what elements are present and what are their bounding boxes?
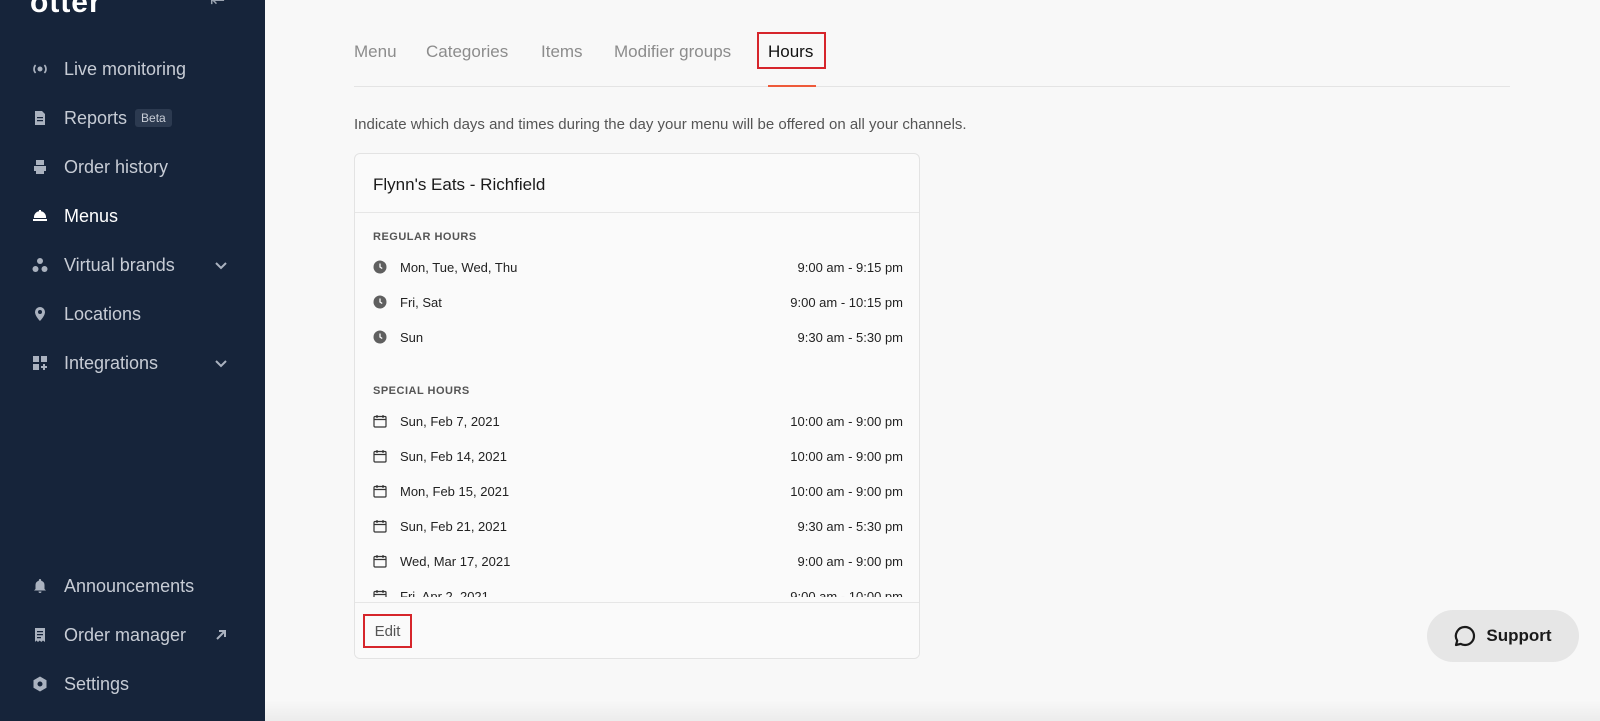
calendar-icon <box>373 519 387 533</box>
collapse-sidebar-icon[interactable]: ⇤ <box>210 0 225 11</box>
sidebar-item-label: Virtual brands <box>64 254 175 275</box>
list-item: Mon, Feb 15, 2021 10:00 am - 9:00 pm <box>373 481 903 501</box>
clock-icon <box>373 295 387 309</box>
sidebar-item-label: Order history <box>64 156 169 177</box>
sidebar-item-integrations[interactable]: Integrations <box>0 343 265 383</box>
special-time: 10:00 am - 9:00 pm <box>790 413 903 429</box>
tab-hours-highlight <box>757 32 826 69</box>
special-date: Fri, Apr 2, 2021 <box>400 588 489 598</box>
support-label: Support <box>1486 626 1552 645</box>
grid-plus-icon <box>32 355 48 371</box>
app-logo: otter <box>30 0 102 19</box>
hours-days: Fri, Sat <box>400 294 442 310</box>
tab-items[interactable]: Items <box>541 42 583 62</box>
support-button[interactable]: Support <box>1427 610 1579 662</box>
gear-icon <box>32 676 48 692</box>
hours-time: 9:00 am - 9:15 pm <box>797 259 904 275</box>
pin-icon <box>32 306 48 322</box>
external-link-icon <box>213 627 229 643</box>
sidebar: otter ⇤ Live monitoring Reports Beta Ord… <box>0 0 265 721</box>
printer-icon <box>32 159 48 175</box>
list-item: Wed, Mar 17, 2021 9:00 am - 9:00 pm <box>373 551 903 571</box>
hours-time: 9:00 am - 10:15 pm <box>790 294 903 310</box>
hours-days: Mon, Tue, Wed, Thu <box>400 259 518 275</box>
list-item: Sun, Feb 14, 2021 10:00 am - 9:00 pm <box>373 446 903 466</box>
hours-description: Indicate which days and times during the… <box>354 116 967 133</box>
tab-categories[interactable]: Categories <box>426 42 508 62</box>
calendar-icon <box>373 554 387 568</box>
sidebar-item-announcements[interactable]: Announcements <box>0 566 265 606</box>
sidebar-item-order-history[interactable]: Order history <box>0 147 265 187</box>
special-date: Sun, Feb 7, 2021 <box>400 413 500 429</box>
menu-tabs: Menu Categories Items Modifier groups Ho… <box>354 30 1510 87</box>
sidebar-item-label: Integrations <box>64 352 159 373</box>
sidebar-item-order-manager[interactable]: Order manager <box>0 615 265 655</box>
special-time: 9:00 am - 9:00 pm <box>797 553 904 569</box>
tab-modifier-groups[interactable]: Modifier groups <box>614 42 731 62</box>
list-item: Fri, Sat 9:00 am - 10:15 pm <box>373 292 903 312</box>
special-date: Mon, Feb 15, 2021 <box>400 483 510 499</box>
active-tab-indicator <box>768 85 816 87</box>
special-time: 10:00 am - 9:00 pm <box>790 483 903 499</box>
sidebar-item-label: Live monitoring <box>64 58 187 79</box>
beta-badge: Beta <box>135 109 172 127</box>
location-title: Flynn's Eats - Richfield <box>373 175 546 194</box>
cloche-icon <box>32 208 48 224</box>
chevron-down-icon[interactable] <box>213 355 229 371</box>
list-item: Fri, Apr 2, 2021 9:00 am - 10:00 pm <box>373 586 903 597</box>
clock-icon <box>373 260 387 274</box>
regular-hours-label: REGULAR HOURS <box>373 231 477 243</box>
bell-icon <box>32 578 48 594</box>
receipt-icon <box>32 627 48 643</box>
hours-scroll-area[interactable]: REGULAR HOURS Mon, Tue, Wed, Thu 9:00 am… <box>355 213 919 597</box>
sidebar-item-settings[interactable]: Settings <box>0 664 265 704</box>
sidebar-item-label: Order manager <box>64 624 187 645</box>
sidebar-item-label: Menus <box>64 205 119 226</box>
list-item: Mon, Tue, Wed, Thu 9:00 am - 9:15 pm <box>373 257 903 277</box>
calendar-icon <box>373 484 387 498</box>
sidebar-item-locations[interactable]: Locations <box>0 294 265 334</box>
sidebar-item-menus[interactable]: Menus <box>0 196 265 236</box>
card-footer: Edit <box>355 602 919 658</box>
special-date: Wed, Mar 17, 2021 <box>400 553 511 569</box>
calendar-icon <box>373 414 387 428</box>
broadcast-icon <box>32 61 48 77</box>
calendar-icon <box>373 589 387 597</box>
sidebar-item-virtual-brands[interactable]: Virtual brands <box>0 245 265 285</box>
sidebar-item-label: Settings <box>64 673 130 694</box>
list-item: Sun, Feb 21, 2021 9:30 am - 5:30 pm <box>373 516 903 536</box>
hours-days: Sun <box>400 329 424 345</box>
special-time: 10:00 am - 9:00 pm <box>790 448 903 464</box>
special-time: 9:30 am - 5:30 pm <box>797 518 904 534</box>
brands-icon <box>32 257 48 273</box>
hours-time: 9:30 am - 5:30 pm <box>797 329 904 345</box>
list-item: Sun, Feb 7, 2021 10:00 am - 9:00 pm <box>373 411 903 431</box>
special-hours-label: SPECIAL HOURS <box>373 385 470 397</box>
page-bottom-edge <box>265 700 1600 721</box>
edit-button[interactable]: Edit <box>363 614 412 648</box>
sidebar-item-label: Locations <box>64 303 142 324</box>
tab-menu[interactable]: Menu <box>354 42 397 62</box>
sidebar-item-reports[interactable]: Reports Beta <box>0 98 265 138</box>
chevron-down-icon[interactable] <box>213 257 229 273</box>
sidebar-item-label: Reports <box>64 107 128 128</box>
sidebar-item-label: Announcements <box>64 575 195 596</box>
calendar-icon <box>373 449 387 463</box>
chat-bubble-icon <box>1455 625 1476 647</box>
special-time: 9:00 am - 10:00 pm <box>790 588 903 598</box>
hours-card: Flynn's Eats - Richfield REGULAR HOURS M… <box>354 153 920 659</box>
sidebar-item-live-monitoring[interactable]: Live monitoring <box>0 49 265 89</box>
special-date: Sun, Feb 21, 2021 <box>400 518 507 534</box>
clock-icon <box>373 330 387 344</box>
document-icon <box>32 110 48 126</box>
special-date: Sun, Feb 14, 2021 <box>400 448 507 464</box>
list-item: Sun 9:30 am - 5:30 pm <box>373 327 903 347</box>
